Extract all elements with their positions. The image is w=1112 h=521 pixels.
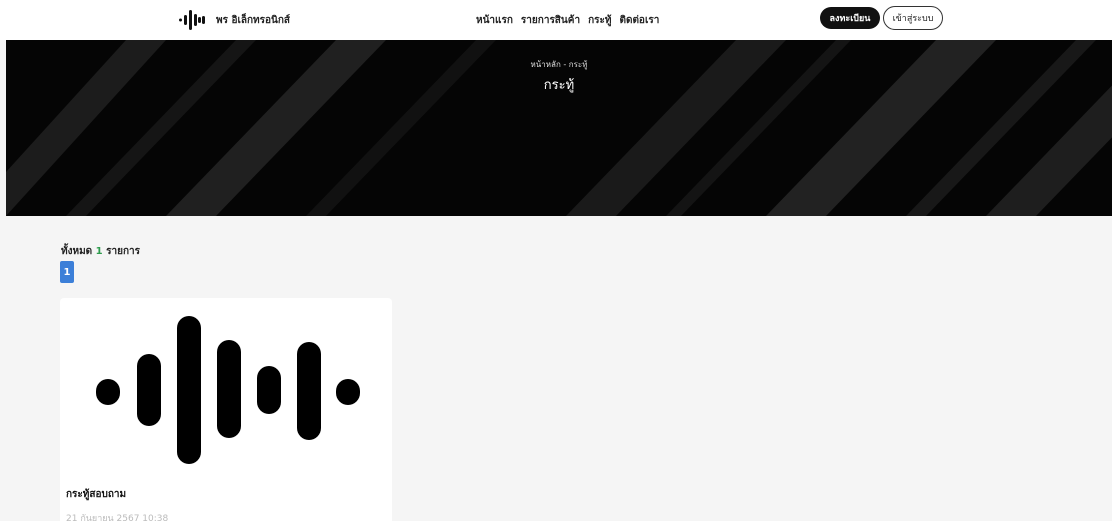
total-count: 1: [95, 246, 103, 257]
nav-item-home[interactable]: หน้าแรก: [476, 13, 513, 28]
nav-item-contact[interactable]: ติดต่อเรา: [619, 13, 659, 28]
register-button[interactable]: ลงทะเบียน: [820, 7, 880, 29]
sound-wave-icon: [96, 316, 360, 464]
top-navbar: พร อิเล็กทรอนิกส์ หน้าแรก รายการสินค้า ก…: [0, 0, 1112, 40]
brand-name: พร อิเล็กทรอนิกส์: [216, 14, 291, 26]
post-card[interactable]: กระทู้สอบถาม 21 กันยายน 2567 10:38: [60, 298, 392, 521]
post-title[interactable]: กระทู้สอบถาม: [66, 487, 126, 502]
total-prefix: ทั้งหมด: [61, 246, 93, 257]
total-suffix: รายการ: [106, 246, 140, 257]
nav-item-forum[interactable]: กระทู้: [588, 13, 611, 28]
pagination-page-1[interactable]: 1: [60, 261, 74, 283]
nav-item-products[interactable]: รายการสินค้า: [521, 13, 580, 28]
breadcrumb: หน้าหลัก - กระทู้: [530, 60, 588, 69]
login-button[interactable]: เข้าสู่ระบบ: [883, 6, 943, 30]
brand[interactable]: พร อิเล็กทรอนิกส์: [178, 9, 290, 31]
page-banner: หน้าหลัก - กระทู้ กระทู้: [6, 40, 1112, 216]
total-count-line: ทั้งหมด 1 รายการ: [61, 244, 140, 259]
post-date: 21 กันยายน 2567 10:38: [66, 514, 169, 521]
page-title: กระทู้: [543, 78, 575, 93]
sound-wave-icon: [179, 10, 205, 30]
main-nav: หน้าแรก รายการสินค้า กระทู้ ติดต่อเรา: [476, 13, 659, 28]
